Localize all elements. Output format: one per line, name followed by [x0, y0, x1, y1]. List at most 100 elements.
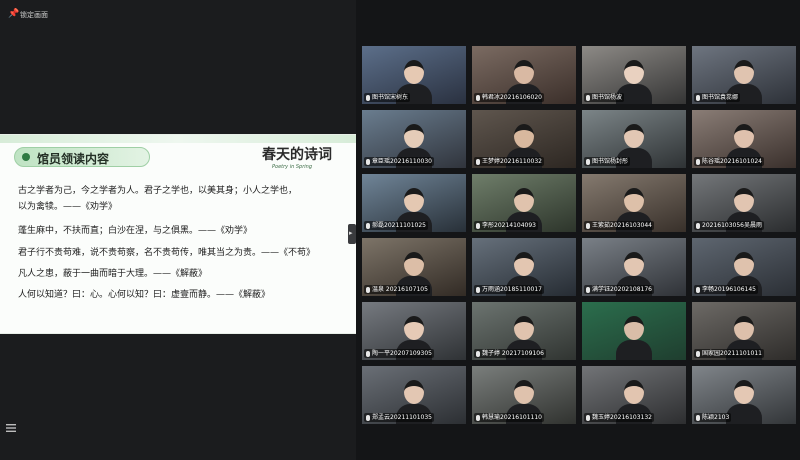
participant-tile[interactable]: 陈谷瑶20216101024 — [692, 110, 796, 168]
microphone-icon — [586, 286, 590, 293]
participant-name-bar: 图书馆袁蕊娜 — [694, 93, 741, 102]
chevron-right-icon: ▸ — [349, 229, 353, 237]
lock-screen-label[interactable]: 锁定画面 — [20, 10, 48, 20]
participant-tile[interactable]: 郑孟云20211101035 — [362, 366, 466, 424]
participant-tile[interactable]: 魏子婷 20217109106 — [472, 302, 576, 360]
participant-name-bar: 章臣瑶20216110030 — [364, 157, 434, 166]
participant-face — [404, 124, 424, 148]
participant-name-bar: 国家园20211101011 — [694, 349, 764, 358]
participant-name: 章臣瑶20216110030 — [372, 158, 432, 165]
slide-line: 古之学者为己，今之学者为人。君子之学也，以美其身；小人之学也， — [18, 186, 298, 196]
microphone-icon — [476, 94, 480, 101]
participant-name-bar: 满学钰20202108176 — [584, 285, 654, 294]
participant-tile[interactable]: 李畅20196106145 — [692, 238, 796, 296]
participant-name-bar: 陈颖2103 — [694, 413, 732, 422]
participant-tile[interactable]: 陈颖2103 — [692, 366, 796, 424]
slide-line: 人何以知道？曰：心。心何以知？曰：虚壹而静。——《解蔽》 — [18, 290, 271, 300]
participant-face — [624, 380, 644, 404]
bullet-icon — [22, 153, 30, 161]
participant-name-bar: 陈谷瑶20216101024 — [694, 157, 764, 166]
participant-face — [624, 252, 644, 276]
participant-name-bar: 郑孟云20211101035 — [364, 413, 434, 422]
microphone-icon — [696, 94, 700, 101]
participant-face — [404, 252, 424, 276]
participant-face — [514, 60, 534, 84]
participant-face — [404, 316, 424, 340]
participant-name: 韩慧瑜20216101110 — [482, 414, 542, 421]
participant-name-bar: 魏子婷 20217109106 — [474, 349, 546, 358]
participant-name-bar: 图书馆宋树东 — [364, 93, 411, 102]
participant-name-bar: 图书馆杨封彤 — [584, 157, 631, 166]
participant-tile[interactable]: 韩君冰20216106020 — [472, 46, 576, 104]
logo-title: 春天的诗词 — [262, 147, 332, 163]
participant-name: 李畅20196106145 — [702, 286, 756, 293]
participant-tile[interactable]: 满学钰20202108176 — [582, 238, 686, 296]
participant-face — [514, 188, 534, 212]
participant-face — [514, 380, 534, 404]
participant-name: 陶一平20207109305 — [372, 350, 432, 357]
participant-face — [514, 316, 534, 340]
microphone-icon — [586, 158, 590, 165]
slide-line: 凡人之患，蔽于一曲而暗于大理。——《解蔽》 — [18, 269, 208, 279]
participant-tile[interactable]: 图书馆袁蕊娜 — [692, 46, 796, 104]
microphone-icon — [366, 286, 370, 293]
participant-name: 王紫茹20216103044 — [592, 222, 652, 229]
participant-tile[interactable]: 20216103056吴晨雨 — [692, 174, 796, 232]
participant-face — [734, 316, 754, 340]
participant-name-bar: 万雨涵20185110017 — [474, 285, 544, 294]
microphone-icon — [586, 222, 590, 229]
microphone-icon — [366, 414, 370, 421]
participant-tile[interactable]: 王紫茹20216103044 — [582, 174, 686, 232]
participant-name: 王梦婷20216110032 — [482, 158, 542, 165]
microphone-icon — [476, 158, 480, 165]
participant-face — [514, 252, 534, 276]
participant-name: 魏子婷 20217109106 — [482, 350, 544, 357]
participant-name: 温泉 20216107105 — [372, 286, 428, 293]
microphone-icon — [366, 94, 370, 101]
participant-tile[interactable]: 章臣瑶20216110030 — [362, 110, 466, 168]
participant-tile[interactable]: 陶一平20207109305 — [362, 302, 466, 360]
microphone-icon — [586, 94, 590, 101]
participant-tile[interactable]: 图书馆杨封彤 — [582, 110, 686, 168]
participant-name: 满学钰20202108176 — [592, 286, 652, 293]
participant-name: 图书馆杨波 — [592, 94, 623, 101]
participant-face — [624, 60, 644, 84]
participant-face — [734, 252, 754, 276]
menu-icon[interactable] — [6, 424, 16, 432]
logo-subtitle: Poetry in Spring — [272, 164, 312, 170]
microphone-icon — [476, 350, 480, 357]
participant-name: 20216103056吴晨雨 — [702, 222, 762, 229]
participant-tile[interactable]: 李彤20214104093 — [472, 174, 576, 232]
participant-name-bar: 王梦婷20216110032 — [474, 157, 544, 166]
participant-tile[interactable]: 万雨涵20185110017 — [472, 238, 576, 296]
slide-heading: 馆员领读内容 — [37, 152, 110, 166]
participant-name: 万雨涵20185110017 — [482, 286, 542, 293]
collapse-panel-button[interactable]: ▸ — [348, 224, 356, 244]
participant-body — [616, 340, 652, 360]
participant-name-bar: 李畅20196106145 — [694, 285, 758, 294]
participant-tile[interactable]: 韩慧瑜20216101110 — [472, 366, 576, 424]
participant-tile[interactable] — [582, 302, 686, 360]
participant-tile[interactable]: 图书馆宋树东 — [362, 46, 466, 104]
participant-tile[interactable]: 温泉 20216107105 — [362, 238, 466, 296]
slide-line: 以为禽犊。——《劝学》 — [18, 202, 118, 212]
slide-decoration — [0, 135, 356, 143]
participant-name-bar: 魏玉婷20216103132 — [584, 413, 654, 422]
participant-tile[interactable]: 郝磊20211101025 — [362, 174, 466, 232]
pin-icon[interactable]: 📌 — [8, 9, 19, 19]
participant-name-bar: 20216103056吴晨雨 — [694, 221, 764, 230]
participant-name: 郑孟云20211101035 — [372, 414, 432, 421]
participant-tile[interactable]: 图书馆杨波 — [582, 46, 686, 104]
microphone-icon — [586, 414, 590, 421]
participant-face — [624, 316, 644, 340]
participant-tile[interactable]: 王梦婷20216110032 — [472, 110, 576, 168]
participant-name-bar: 王紫茹20216103044 — [584, 221, 654, 230]
participant-name: 国家园20211101011 — [702, 350, 762, 357]
participant-tile[interactable]: 魏玉婷20216103132 — [582, 366, 686, 424]
participant-face — [734, 60, 754, 84]
participant-tile[interactable]: 国家园20211101011 — [692, 302, 796, 360]
microphone-icon — [476, 286, 480, 293]
participant-name: 图书馆杨封彤 — [592, 158, 629, 165]
participant-name: 陈谷瑶20216101024 — [702, 158, 762, 165]
participant-face — [404, 60, 424, 84]
